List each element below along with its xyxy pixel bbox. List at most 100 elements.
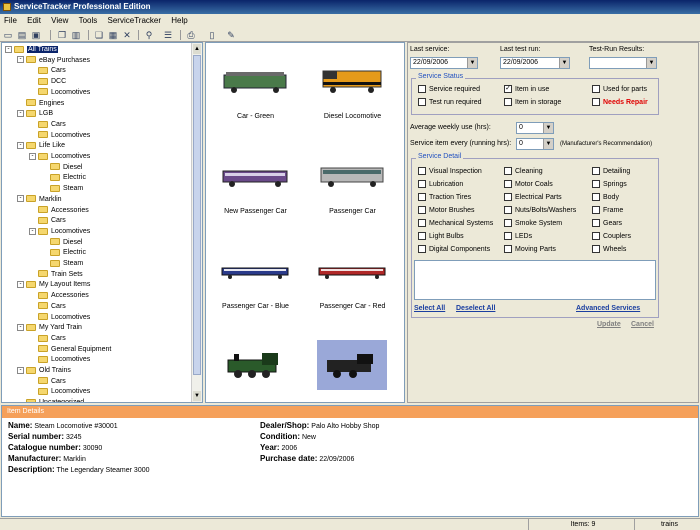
detail-checkbox[interactable]: Smoke System <box>504 219 562 229</box>
tree-node[interactable]: Accessories <box>29 206 89 216</box>
last-service-date[interactable]: 22/09/2006 ▼ <box>410 57 478 69</box>
paste-icon[interactable]: ▥ <box>71 30 81 40</box>
cut-icon[interactable]: ❏ <box>94 30 104 40</box>
delete-icon[interactable]: ✕ <box>122 30 132 40</box>
detail-checkbox[interactable]: Light Bulbs <box>418 232 464 242</box>
menu-view[interactable]: View <box>47 14 72 28</box>
open-icon[interactable]: ▤ <box>17 30 27 40</box>
tree-expander-icon[interactable]: - <box>17 56 24 64</box>
tree-expander-icon[interactable]: - <box>29 227 36 235</box>
image-gallery[interactable]: Car - Green Diesel Locomotive New Passenge… <box>205 42 405 403</box>
status-checkbox[interactable]: Service required <box>418 85 480 95</box>
chevron-down-icon[interactable]: ▼ <box>467 58 477 68</box>
gallery-item[interactable] <box>305 330 400 402</box>
checkbox-icon[interactable] <box>504 219 512 228</box>
list-icon[interactable]: ☰ <box>163 30 173 40</box>
new-icon[interactable]: ▭ <box>3 30 13 40</box>
gallery-item[interactable] <box>208 330 303 402</box>
checkbox-icon[interactable] <box>592 98 600 107</box>
tree-node[interactable]: General Equipment <box>29 345 111 355</box>
service-every-select[interactable]: 0 ▼ <box>516 138 554 150</box>
tree-node[interactable]: - My Yard Train <box>17 323 82 333</box>
tree-node[interactable]: Cars <box>29 66 66 76</box>
checkbox-icon[interactable] <box>418 245 426 254</box>
tree-node[interactable]: Cars <box>29 216 66 226</box>
tree-node[interactable]: Engines <box>17 99 64 109</box>
status-checkbox[interactable]: ✓ Item in use <box>504 85 549 95</box>
detail-checkbox[interactable]: Mechanical Systems <box>418 219 493 229</box>
status-checkbox[interactable]: Item in storage <box>504 98 561 108</box>
checkbox-icon[interactable] <box>418 180 426 189</box>
status-checkbox[interactable]: Test run required <box>418 98 482 108</box>
tree-expander-icon[interactable]: - <box>17 366 24 374</box>
checkbox-icon[interactable] <box>418 193 426 202</box>
select-all-link[interactable]: Select All <box>414 305 445 312</box>
tree-node[interactable]: Cars <box>29 334 66 344</box>
status-checkbox[interactable]: Used for parts <box>592 85 647 95</box>
checkbox-icon[interactable] <box>592 85 600 94</box>
tree-node[interactable]: Steam <box>41 259 83 269</box>
chevron-down-icon[interactable]: ▼ <box>559 58 569 68</box>
advanced-services-link[interactable]: Advanced Services <box>576 305 640 312</box>
tree-node[interactable]: Locomotives <box>29 88 90 98</box>
tree-node[interactable]: - Locomotives <box>29 227 90 237</box>
scroll-down-icon[interactable]: ▼ <box>193 391 201 401</box>
scroll-up-icon[interactable]: ▲ <box>193 44 201 54</box>
detail-checkbox[interactable]: Moving Parts <box>504 245 556 255</box>
checkbox-icon[interactable] <box>504 206 512 215</box>
menu-tools[interactable]: Tools <box>75 14 102 28</box>
checkbox-icon[interactable] <box>504 98 512 107</box>
checkbox-icon[interactable] <box>592 206 600 215</box>
test-results-select[interactable]: ▼ <box>589 57 657 69</box>
export-icon[interactable]: ▦ <box>108 30 118 40</box>
checkbox-icon[interactable] <box>592 167 600 176</box>
tree-node[interactable]: Train Sets <box>29 270 83 280</box>
detail-checkbox[interactable]: Electrical Parts <box>504 193 562 203</box>
gallery-item[interactable]: Passenger Car <box>305 140 400 225</box>
tree-expander-icon[interactable]: - <box>29 152 36 160</box>
checkbox-icon[interactable] <box>504 180 512 189</box>
tree-node[interactable]: - Old Trains <box>17 366 71 376</box>
tree-node[interactable]: Locomotives <box>29 355 90 365</box>
checkbox-icon[interactable] <box>592 193 600 202</box>
gallery-item[interactable]: Car - Green <box>208 45 303 130</box>
detail-checkbox[interactable]: Lubrication <box>418 180 463 190</box>
checkbox-icon[interactable] <box>592 232 600 241</box>
copy-icon[interactable]: ❐ <box>57 30 67 40</box>
chevron-down-icon[interactable]: ▼ <box>543 123 553 133</box>
tree-expander-icon[interactable]: - <box>17 109 24 117</box>
checkbox-icon[interactable] <box>418 219 426 228</box>
tree-node[interactable]: Electric <box>41 173 86 183</box>
detail-checkbox[interactable]: Couplers <box>592 232 631 242</box>
tree-node[interactable]: Accessories <box>29 291 89 301</box>
menu-edit[interactable]: Edit <box>23 14 45 28</box>
gallery-item[interactable]: Passenger Car - Blue <box>208 235 303 320</box>
tree-expander-icon[interactable]: - <box>17 195 24 203</box>
checkbox-icon[interactable] <box>504 167 512 176</box>
tree-node[interactable]: - Locomotives <box>29 152 90 162</box>
status-checkbox[interactable]: Needs Repair <box>592 98 648 108</box>
detail-checkbox[interactable]: Motor Brushes <box>418 206 475 216</box>
checkbox-icon[interactable] <box>418 98 426 107</box>
save-icon[interactable]: ▣ <box>31 30 41 40</box>
tree-node[interactable]: Cars <box>29 377 66 387</box>
detail-checkbox[interactable]: Visual Inspection <box>418 167 482 177</box>
detail-checkbox[interactable]: Cleaning <box>504 167 543 177</box>
menu-file[interactable]: File <box>0 14 21 28</box>
checkbox-icon[interactable] <box>418 85 426 94</box>
tree-expander-icon[interactable]: - <box>17 281 24 289</box>
tree-node[interactable]: Uncategorized <box>17 398 84 402</box>
detail-checkbox[interactable]: Nuts/Bolts/Washers <box>504 206 576 216</box>
checkbox-icon[interactable] <box>418 206 426 215</box>
checkbox-icon[interactable] <box>504 232 512 241</box>
checkbox-icon[interactable]: ✓ <box>504 85 512 94</box>
menu-servicetracker[interactable]: ServiceTracker <box>104 14 166 28</box>
tree-expander-icon[interactable]: - <box>17 141 24 149</box>
cancel-button[interactable]: Cancel <box>631 321 654 328</box>
scroll-thumb[interactable] <box>193 55 201 375</box>
detail-checkbox[interactable]: Digital Components <box>418 245 490 255</box>
menu-help[interactable]: Help <box>167 14 191 28</box>
detail-checkbox[interactable]: Body <box>592 193 619 203</box>
find-icon[interactable]: ⚲ <box>144 30 154 40</box>
detail-checkbox[interactable]: Wheels <box>592 245 626 255</box>
